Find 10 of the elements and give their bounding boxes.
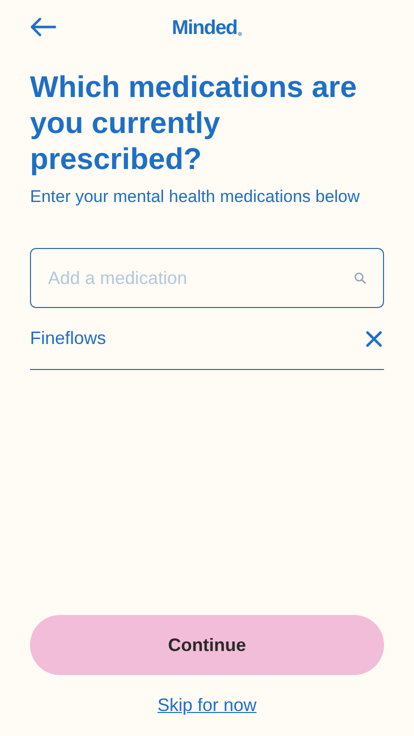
close-icon[interactable] xyxy=(366,330,382,346)
back-arrow-icon[interactable] xyxy=(30,17,56,37)
logo: Minded xyxy=(172,16,238,40)
skip-link[interactable]: Skip for now xyxy=(157,695,257,716)
medication-name: Fineflows xyxy=(30,328,106,349)
page-subtitle: Enter your mental health medications below xyxy=(30,186,361,208)
page-title: Which medications are you currently prescribed? xyxy=(30,70,358,178)
search-field[interactable]: Add a medication xyxy=(30,248,384,308)
search-icon xyxy=(354,272,366,284)
logo-dot-icon xyxy=(238,32,242,36)
